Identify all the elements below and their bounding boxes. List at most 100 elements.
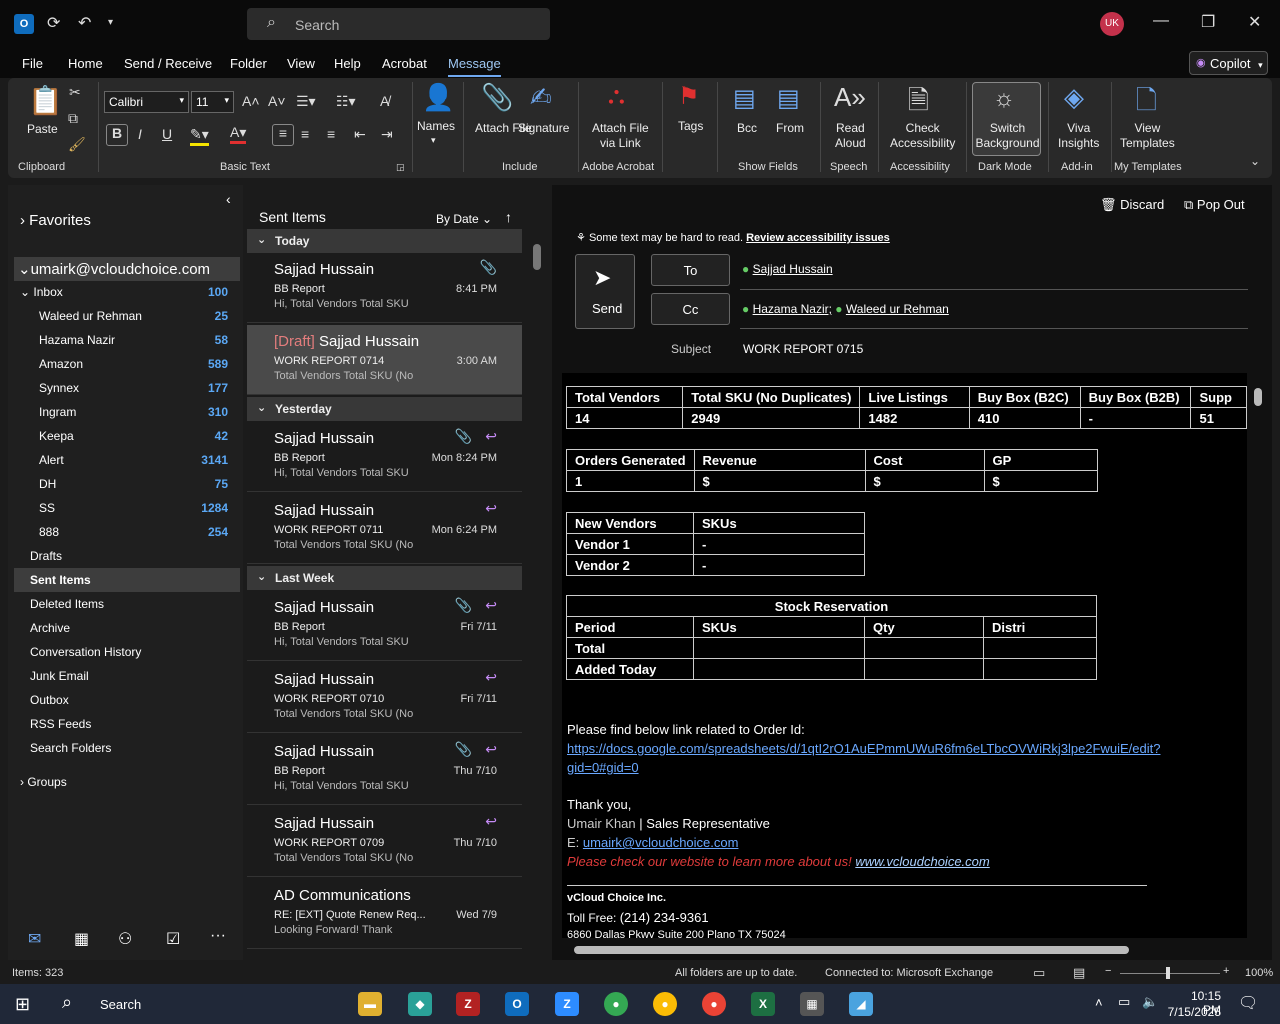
customize-qat-icon[interactable]: ▾ [108, 17, 113, 28]
group-header[interactable]: ⌄ Today [247, 229, 522, 253]
folder-outbox[interactable]: Outbox [30, 693, 69, 707]
zoom-slider-thumb[interactable] [1166, 967, 1170, 979]
scrollbar-thumb[interactable] [1254, 388, 1262, 406]
scrollbar-thumb[interactable] [533, 244, 541, 270]
cc-field[interactable]: ● Hazama Nazir; ● Waleed ur Rehman [742, 302, 949, 316]
folder-drafts[interactable]: Drafts [30, 549, 62, 563]
signature-email[interactable]: umairk@vcloudchoice.com [583, 835, 739, 850]
folder-inbox[interactable]: ⌄ Inbox [20, 285, 63, 299]
numbering-icon[interactable]: ☷▾ [336, 93, 356, 110]
table-cell[interactable]: Orders Generated [566, 449, 695, 471]
viva-insights-icon[interactable]: ◈ [1064, 82, 1084, 113]
bullets-icon[interactable]: ☰▾ [296, 93, 316, 110]
table-cell[interactable]: New Vendors [566, 512, 694, 534]
table-cell[interactable]: Total [566, 637, 694, 659]
zoom-level[interactable]: 100% [1245, 967, 1273, 979]
table-cell[interactable] [864, 637, 984, 659]
table-cell[interactable]: 2949 [682, 407, 861, 429]
list-item[interactable]: [Draft] Sajjad Hussain WORK REPORT 0714 To… [247, 325, 522, 395]
subject-field[interactable]: WORK REPORT 0715 [743, 342, 863, 356]
tags-button[interactable]: Tags [678, 119, 703, 134]
table-cell[interactable]: $ [983, 470, 1098, 492]
folder-item[interactable]: Amazon [39, 357, 83, 371]
font-name-select[interactable]: Calibri ▾ [104, 91, 189, 113]
avatar[interactable]: UK [1100, 12, 1124, 36]
check-accessibility-button[interactable]: Check Accessibility [890, 121, 955, 151]
list-item[interactable]: AD Communications RE: [EXT] Quote Renew R… [247, 879, 522, 949]
read-aloud-icon[interactable]: A» [834, 82, 866, 113]
folder-item[interactable]: Synnex [39, 381, 79, 395]
order-link[interactable]: https://docs.google.com/spreadsheets/d/1… [567, 741, 1160, 756]
minimize-icon[interactable]: — [1153, 12, 1169, 30]
folder-search-folders[interactable]: Search Folders [30, 741, 111, 755]
list-item[interactable]: Sajjad Hussain BB Report Hi, Total Vendors… [247, 591, 522, 661]
address-book-icon[interactable]: 👤 [422, 82, 454, 113]
table-cell[interactable]: - [1079, 407, 1192, 429]
body-scrollbar[interactable] [1252, 373, 1264, 938]
menu-acrobat[interactable]: Acrobat [382, 56, 427, 71]
cc-recipient-1[interactable]: Hazama Nazir; [753, 302, 832, 316]
group-header[interactable]: ⌄ Yesterday [247, 397, 522, 421]
list-item[interactable]: Sajjad Hussain BB Report Hi, Total Vendors… [247, 253, 522, 323]
increase-indent-icon[interactable]: ⇥ [381, 126, 393, 143]
align-left-icon[interactable]: ≡ [272, 124, 294, 146]
decrease-indent-icon[interactable]: ⇤ [354, 126, 366, 143]
attach-via-link-button[interactable]: Attach File via Link [592, 121, 649, 151]
message-body[interactable]: Total Vendors Total SKU (No Duplicates) Li… [562, 373, 1247, 938]
table-cell[interactable]: 410 [968, 407, 1081, 429]
table-cell[interactable]: $ [864, 470, 985, 492]
names-button[interactable]: Names [417, 119, 455, 134]
folder-item[interactable]: DH [39, 477, 56, 491]
format-painter-icon[interactable]: 🖌 [68, 136, 86, 153]
table-cell[interactable]: Total Vendors [565, 386, 684, 408]
zoom-in-icon[interactable]: + [1223, 965, 1229, 977]
templates-icon[interactable]: 🗋 [1136, 82, 1157, 126]
search-icon[interactable]: ⌕ [62, 992, 72, 1013]
viva-insights-button[interactable]: Viva Insights [1058, 121, 1099, 151]
table-cell[interactable]: Live Listings [859, 386, 970, 408]
shrink-font-icon[interactable]: A˅ [268, 93, 286, 109]
to-recipient[interactable]: Sajjad Hussain [753, 262, 833, 276]
table-cell[interactable]: Buy Box (B2B) [1079, 386, 1192, 408]
table-cell[interactable]: 1482 [859, 407, 970, 429]
font-size-select[interactable]: 11 ▾ [191, 91, 234, 113]
table-cell[interactable]: Added Today [566, 658, 694, 680]
menu-view[interactable]: View [287, 56, 315, 71]
chrome-icon[interactable]: ● [702, 992, 726, 1016]
file-explorer-icon[interactable]: ▬ [358, 992, 382, 1016]
table-cell[interactable]: Qty [864, 616, 984, 638]
flag-icon[interactable]: ⚑ [678, 82, 700, 111]
outlook-taskbar-icon[interactable]: O [505, 992, 529, 1016]
taskbar-search[interactable]: Search [100, 997, 141, 1012]
bold-icon[interactable]: B [106, 124, 128, 146]
windows-start-icon[interactable]: ⊞ [15, 994, 30, 1015]
website-link[interactable]: www.vcloudchoice.com [855, 854, 989, 869]
switch-background-button[interactable]: ☼ Switch Background [972, 82, 1041, 156]
menu-file[interactable]: File [22, 56, 43, 71]
highlight-icon[interactable]: ✎▾ [190, 126, 209, 146]
table-cell[interactable]: Buy Box (B2C) [968, 386, 1081, 408]
check-accessibility-icon[interactable]: 🗎 [908, 82, 929, 126]
volume-icon[interactable]: 🔈 [1142, 994, 1158, 1010]
sort-dropdown[interactable]: By Date ⌄ [436, 212, 492, 226]
table-cell[interactable]: Supp [1190, 386, 1247, 408]
folder-item[interactable]: Ingram [39, 405, 76, 419]
folder-item[interactable]: Waleed ur Rehman [39, 309, 142, 323]
folder-junk-email[interactable]: Junk Email [30, 669, 89, 683]
calendar-icon[interactable]: ▦ [74, 929, 89, 949]
order-link-cont[interactable]: gid=0#gid=0 [567, 760, 639, 775]
view-templates-button[interactable]: View Templates [1120, 121, 1175, 151]
search-box[interactable]: ⌕ Search [247, 8, 550, 40]
close-icon[interactable]: ✕ [1248, 12, 1261, 32]
table-cell[interactable]: - [693, 533, 865, 555]
reading-view-icon[interactable]: ▤ [1073, 965, 1085, 981]
table-cell[interactable]: - [693, 554, 865, 576]
more-apps-icon[interactable]: ··· [210, 927, 226, 945]
excel-icon[interactable]: X [751, 992, 775, 1016]
zoom-app-icon[interactable]: Z [555, 992, 579, 1016]
bcc-button[interactable]: Bcc [737, 121, 757, 136]
to-field[interactable]: ● Sajjad Hussain [742, 262, 833, 276]
collapse-ribbon-icon[interactable]: ⌄ [1250, 154, 1260, 168]
align-right-icon[interactable]: ≡ [327, 126, 335, 142]
folder-item[interactable]: Keepa [39, 429, 74, 443]
